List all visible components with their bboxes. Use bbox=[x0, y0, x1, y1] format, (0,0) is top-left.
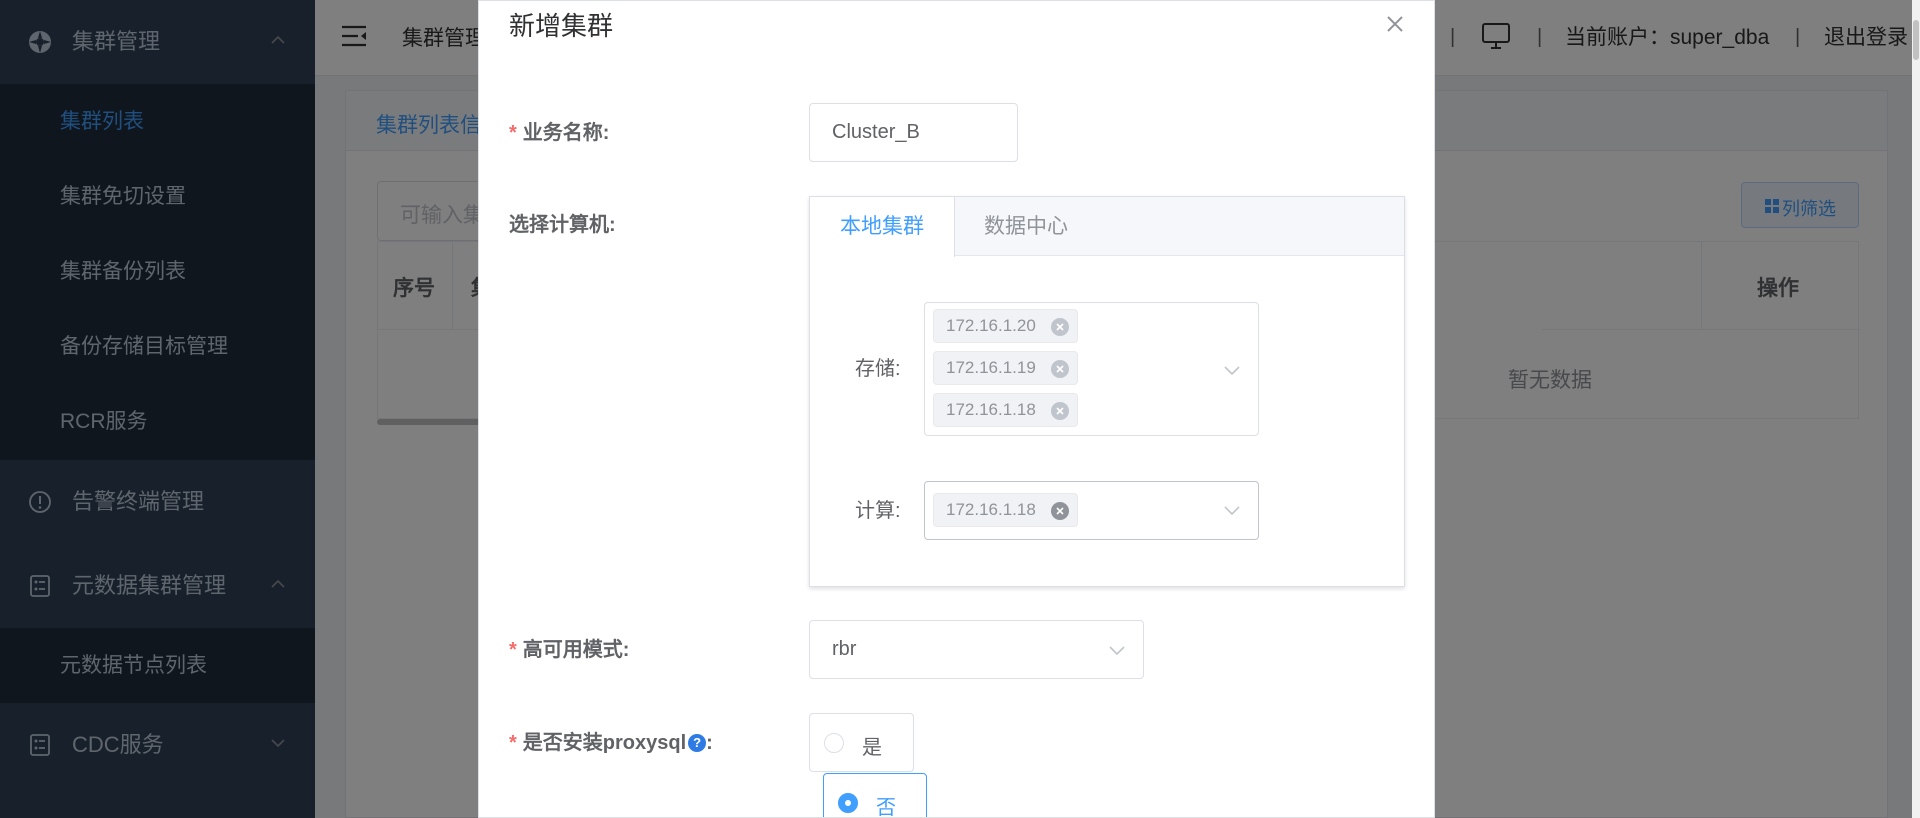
compute-tag: 172.16.1.18 bbox=[933, 493, 1078, 527]
tag-close-icon[interactable] bbox=[1051, 502, 1069, 520]
storage-tag: 172.16.1.19 bbox=[933, 351, 1078, 385]
tab-label: 数据中心 bbox=[984, 215, 1068, 238]
business-name-label: * 业务名称: bbox=[509, 119, 609, 147]
field-label-suffix: : bbox=[706, 732, 713, 754]
chevron-down-icon bbox=[1223, 501, 1241, 519]
tag-close-icon[interactable] bbox=[1051, 360, 1069, 378]
tag-text: 172.16.1.18 bbox=[946, 400, 1036, 419]
tag-close-icon[interactable] bbox=[1051, 402, 1069, 420]
storage-select[interactable]: 172.16.1.20 172.16.1.19 172.16.1.18 bbox=[924, 302, 1259, 436]
ha-mode-value: rbr bbox=[832, 638, 857, 660]
help-icon[interactable]: ? bbox=[688, 734, 707, 752]
tag-close-icon[interactable] bbox=[1051, 318, 1069, 336]
radio-circle bbox=[824, 733, 844, 753]
chevron-down-icon bbox=[1223, 361, 1241, 379]
storage-label: 存储: bbox=[855, 358, 901, 380]
select-machine-label: 选择计算机: bbox=[509, 214, 616, 236]
tabs-header: 本地集群 数据中心 bbox=[810, 197, 1404, 257]
radio-label: 否 bbox=[876, 797, 896, 818]
tag-text: 172.16.1.20 bbox=[946, 316, 1036, 335]
ha-mode-select[interactable]: rbr bbox=[809, 620, 1144, 679]
compute-label: 计算: bbox=[855, 500, 901, 522]
business-name-value: Cluster_B bbox=[832, 121, 920, 143]
tag-text: 172.16.1.19 bbox=[946, 358, 1036, 377]
proxysql-radio-yes[interactable]: 是 bbox=[809, 713, 914, 772]
page-scrollbar[interactable] bbox=[1912, 0, 1920, 818]
app: 集群管理 集群列表 集群免切设置 集群备份列表 备份存储目标管理 RCR服务 告… bbox=[0, 0, 1920, 818]
proxysql-radio-no[interactable]: 否 bbox=[823, 773, 927, 818]
dialog-title: 新增集群 bbox=[509, 11, 614, 41]
business-name-input[interactable]: Cluster_B bbox=[809, 103, 1018, 162]
add-cluster-dialog: 新增集群 * 业务名称: Cluster_B 选择计算机: 本地集群 数据中心 存… bbox=[478, 0, 1435, 818]
required-mark: * bbox=[509, 122, 517, 144]
compute-select[interactable]: 172.16.1.18 bbox=[924, 481, 1259, 540]
ha-mode-label: * 高可用模式: bbox=[509, 636, 629, 664]
field-label-text: 业务名称: bbox=[522, 122, 610, 144]
tab-local-cluster[interactable]: 本地集群 bbox=[810, 197, 955, 257]
install-proxysql-label: * 是否安装proxysql?: bbox=[509, 729, 713, 757]
storage-tag: 172.16.1.20 bbox=[933, 309, 1078, 343]
tab-label: 本地集群 bbox=[840, 215, 924, 238]
tab-data-center[interactable]: 数据中心 bbox=[955, 197, 1095, 257]
radio-circle-checked bbox=[838, 793, 858, 813]
radio-label: 是 bbox=[862, 737, 882, 759]
machine-tabs: 本地集群 数据中心 存储: 172.16.1.20 172.16.1.19 17… bbox=[809, 196, 1405, 587]
chevron-down-icon bbox=[1108, 641, 1126, 659]
storage-tag: 172.16.1.18 bbox=[933, 393, 1078, 427]
required-mark: * bbox=[509, 732, 517, 754]
scrollbar-thumb[interactable] bbox=[1913, 20, 1919, 60]
field-label-text: 高可用模式: bbox=[522, 639, 630, 661]
required-mark: * bbox=[509, 639, 517, 661]
field-label-text: 是否安装proxysql bbox=[522, 732, 687, 754]
close-icon[interactable] bbox=[1383, 12, 1407, 36]
tag-text: 172.16.1.18 bbox=[946, 500, 1036, 519]
